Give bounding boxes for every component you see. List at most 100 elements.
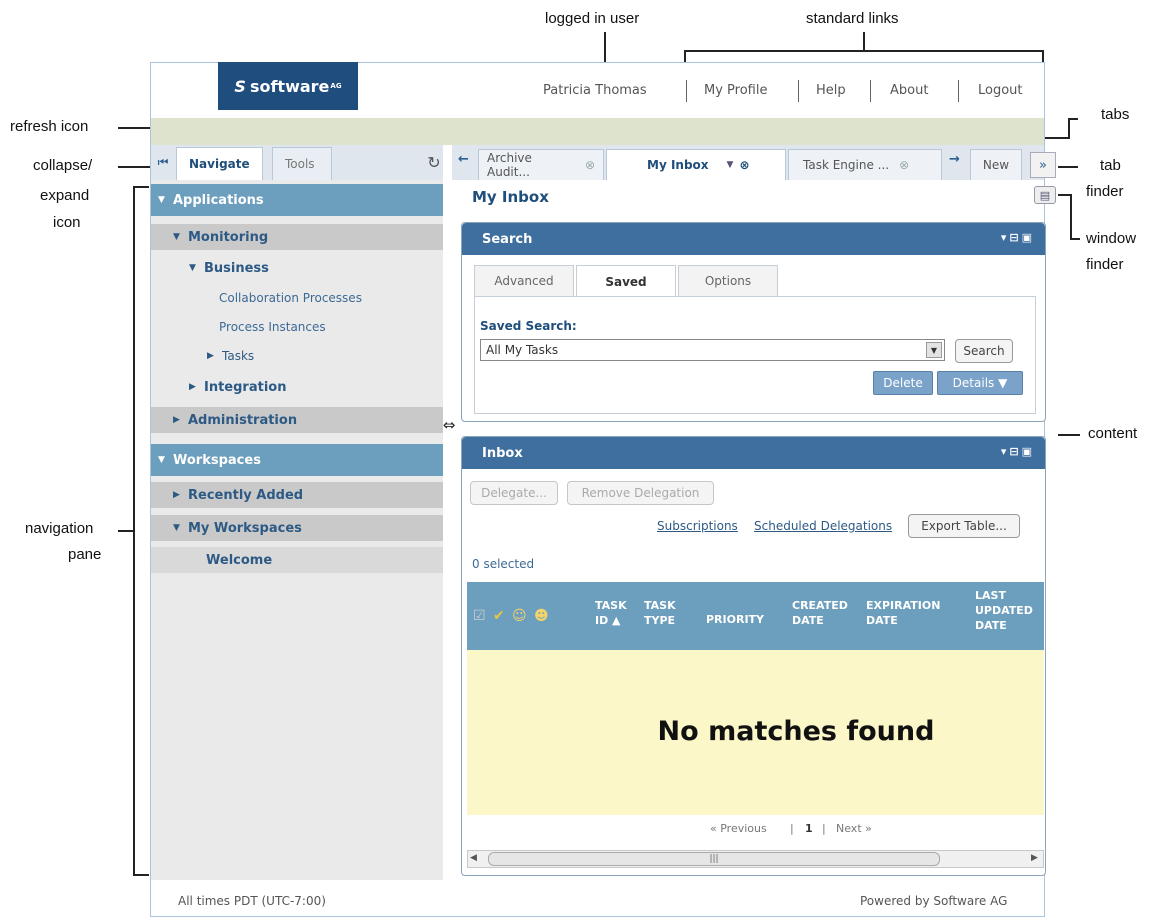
callout-line bbox=[1068, 118, 1078, 120]
nav-item-monitoring[interactable]: ▼ Monitoring bbox=[151, 224, 443, 250]
column-label: EXPIRATION bbox=[866, 599, 941, 612]
logo-tm: AG bbox=[330, 82, 342, 90]
user-icon: ☺ bbox=[512, 608, 527, 624]
column-label: DATE bbox=[866, 614, 898, 627]
panel-title: Inbox bbox=[482, 445, 523, 461]
logo-mark: S bbox=[234, 76, 246, 96]
tab-scroll-right-icon[interactable]: → bbox=[949, 152, 960, 167]
callout-logged-in-user: logged in user bbox=[545, 10, 640, 27]
column-expiration-date[interactable]: EXPIRATION DATE bbox=[866, 598, 940, 628]
callout-window-finder: finder bbox=[1086, 256, 1124, 273]
tab-archive-audit[interactable]: Archive Audit... ⊗ bbox=[478, 149, 604, 180]
pager-previous[interactable]: « Previous bbox=[710, 822, 767, 835]
scroll-left-icon[interactable]: ◀ bbox=[470, 853, 477, 863]
tab-task-engine[interactable]: Task Engine ... ⊗ bbox=[788, 149, 942, 180]
column-last-updated-date[interactable]: LAST UPDATED DATE bbox=[975, 588, 1033, 633]
column-task-type[interactable]: TASK TYPE bbox=[644, 598, 676, 628]
select-all-icon[interactable]: ☑ bbox=[473, 608, 486, 624]
scheduled-delegations-link[interactable]: Scheduled Delegations bbox=[754, 519, 892, 533]
column-label: DATE bbox=[975, 619, 1007, 632]
nav-label: Recently Added bbox=[188, 487, 304, 503]
collapse-expand-icon[interactable]: ⏮ bbox=[156, 151, 170, 173]
chevron-right-icon: ▶ bbox=[173, 415, 180, 425]
tab-navigate[interactable]: Navigate bbox=[176, 147, 263, 180]
column-task-id[interactable]: TASK ID ▲ bbox=[595, 598, 627, 628]
tab-advanced[interactable]: Advanced bbox=[474, 265, 574, 297]
nav-item-my-workspaces[interactable]: ▼ My Workspaces bbox=[151, 515, 443, 541]
window-finder-icon[interactable]: ▤ bbox=[1034, 186, 1056, 204]
callout-tab-finder: finder bbox=[1086, 183, 1124, 200]
remove-delegation-button[interactable]: Remove Delegation bbox=[567, 481, 714, 505]
nav-item-welcome[interactable]: Welcome bbox=[151, 547, 443, 573]
delegate-button[interactable]: Delegate... bbox=[470, 481, 558, 505]
nav-label: Applications bbox=[173, 192, 264, 208]
nav-section-workspaces[interactable]: ▼ Workspaces bbox=[151, 444, 443, 476]
nav-label: Monitoring bbox=[188, 229, 269, 245]
resize-icon[interactable]: ⇔ bbox=[439, 416, 459, 434]
close-icon[interactable]: ⊗ bbox=[899, 158, 909, 172]
close-icon[interactable]: ⊗ bbox=[585, 158, 595, 172]
details-button[interactable]: Details ▼ bbox=[937, 371, 1023, 395]
export-table-button[interactable]: Export Table... bbox=[908, 514, 1020, 538]
separator bbox=[798, 80, 799, 102]
tab-my-inbox[interactable]: My Inbox ▼ ⊗ bbox=[606, 149, 786, 180]
pager-separator: | bbox=[822, 822, 826, 835]
nav-item-integration[interactable]: ▶ Integration bbox=[151, 374, 443, 400]
nav-item-business[interactable]: ▼ Business bbox=[151, 255, 443, 281]
inbox-panel-header: Inbox ▾⊟▣ bbox=[462, 437, 1045, 469]
logout-link[interactable]: Logout bbox=[978, 83, 1023, 98]
dropdown-arrow-icon[interactable]: ▼ bbox=[926, 342, 942, 358]
tab-finder-icon[interactable]: » bbox=[1030, 152, 1056, 178]
nav-item-tasks[interactable]: ▶ Tasks bbox=[151, 343, 443, 369]
callout-collapse-expand: icon bbox=[53, 214, 81, 231]
refresh-icon[interactable]: ↻ bbox=[424, 152, 444, 172]
tab-label: Archive Audit... bbox=[487, 151, 532, 179]
tab-scroll-left-icon[interactable]: ← bbox=[458, 152, 469, 167]
delete-button[interactable]: Delete bbox=[873, 371, 933, 395]
my-profile-link[interactable]: My Profile bbox=[704, 83, 767, 98]
chevron-down-icon[interactable]: ▼ bbox=[727, 160, 734, 170]
column-label: CREATED bbox=[792, 599, 848, 612]
pager-next[interactable]: Next » bbox=[836, 822, 872, 835]
close-icon[interactable]: ⊗ bbox=[739, 158, 749, 172]
page-title: My Inbox bbox=[472, 188, 549, 206]
help-link[interactable]: Help bbox=[816, 83, 846, 98]
tab-saved[interactable]: Saved bbox=[576, 265, 676, 297]
callout-collapse-expand: expand bbox=[40, 187, 90, 204]
column-label: ID ▲ bbox=[595, 614, 621, 627]
scrollbar-thumb[interactable]: ||| bbox=[488, 852, 940, 866]
chevron-down-icon: ▼ bbox=[173, 523, 180, 533]
column-label: LAST bbox=[975, 589, 1006, 602]
tab-new[interactable]: New bbox=[970, 149, 1022, 180]
column-created-date[interactable]: CREATED DATE bbox=[792, 598, 848, 628]
column-label: TASK bbox=[644, 599, 676, 612]
separator bbox=[686, 80, 687, 102]
callout-refresh-icon: refresh icon bbox=[10, 118, 89, 135]
nav-link-collaboration-processes[interactable]: Collaboration Processes bbox=[151, 285, 443, 311]
software-ag-logo[interactable]: S software AG bbox=[218, 62, 358, 110]
header-band bbox=[151, 118, 1044, 145]
nav-item-recently-added[interactable]: ▶ Recently Added bbox=[151, 482, 443, 508]
panel-controls-icon[interactable]: ▾⊟▣ bbox=[1001, 445, 1035, 458]
saved-search-select[interactable]: All My Tasks bbox=[480, 339, 945, 361]
callout-collapse-expand: collapse/ bbox=[33, 157, 93, 174]
nav-link-process-instances[interactable]: Process Instances bbox=[151, 314, 443, 340]
search-button[interactable]: Search bbox=[955, 339, 1013, 363]
search-panel-header: Search ▾⊟▣ bbox=[462, 223, 1045, 255]
pager-current-page[interactable]: 1 bbox=[805, 822, 813, 835]
scroll-right-icon[interactable]: ▶ bbox=[1031, 853, 1038, 863]
tab-tools[interactable]: Tools bbox=[272, 147, 332, 180]
pager-separator: | bbox=[790, 822, 794, 835]
panel-controls-icon[interactable]: ▾⊟▣ bbox=[1001, 231, 1035, 244]
about-link[interactable]: About bbox=[890, 83, 928, 98]
nav-item-administration[interactable]: ▶ Administration bbox=[151, 407, 443, 433]
callout-navigation-pane: navigation bbox=[25, 520, 94, 537]
nav-section-applications[interactable]: ▼ Applications bbox=[151, 184, 443, 216]
subscriptions-link[interactable]: Subscriptions bbox=[657, 519, 738, 533]
column-priority[interactable]: PRIORITY bbox=[706, 612, 764, 627]
separator bbox=[870, 80, 871, 102]
callout-line bbox=[133, 186, 135, 876]
selected-count: 0 selected bbox=[472, 557, 535, 571]
callout-tab-finder: tab bbox=[1100, 157, 1121, 174]
tab-options[interactable]: Options bbox=[678, 265, 778, 297]
